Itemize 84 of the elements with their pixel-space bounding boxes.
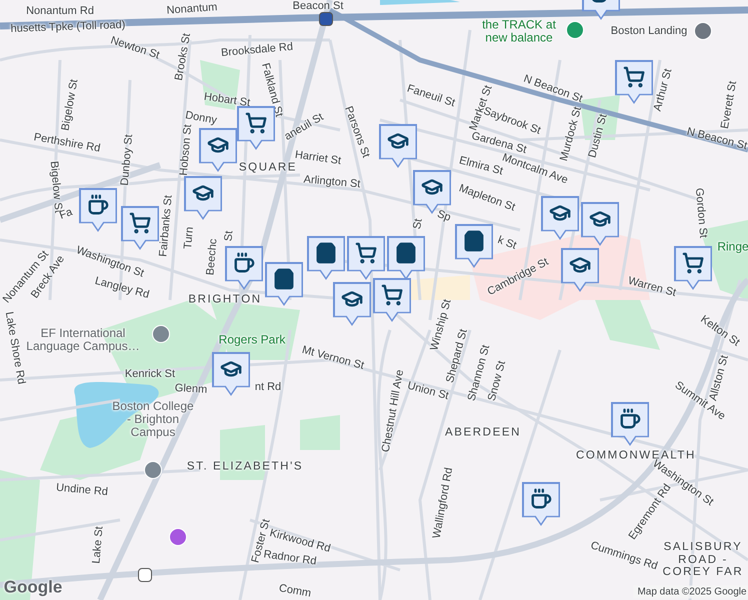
coffee-cup-icon	[233, 252, 255, 274]
map-pin[interactable]	[237, 106, 275, 150]
area-label: BRIGHTON	[188, 294, 262, 306]
street-label: St	[411, 218, 425, 230]
shopping-cart-icon	[682, 252, 704, 274]
map-pin[interactable]	[541, 196, 579, 240]
street-label: Brooksdale Rd	[220, 40, 294, 60]
street-label: Brooks St	[172, 32, 194, 82]
map-pin[interactable]	[387, 236, 425, 280]
street-label: Dustin St	[586, 112, 610, 160]
coffee-cup-icon	[530, 488, 552, 510]
shopping-cart-icon	[245, 112, 267, 134]
street-label: k St	[496, 234, 518, 252]
street-label: Hobart St	[203, 90, 251, 110]
street-label: Boston Landing	[610, 24, 688, 38]
park-area	[300, 415, 340, 450]
street-label: Perthshire Rd	[32, 131, 102, 155]
map-pin[interactable]	[307, 236, 345, 280]
map-pin[interactable]	[199, 128, 237, 172]
street-label: Radnor Rd	[262, 548, 318, 568]
street-label: Comm	[278, 582, 312, 600]
street-label: Snow St	[486, 360, 508, 402]
place-label: Boston College - Brighton Campus	[112, 400, 194, 440]
area-label: ST. ELIZABETH'S	[186, 460, 304, 474]
street-label: Lake St	[90, 526, 106, 564]
street-label: Gordon St	[692, 188, 710, 238]
street-label: Lake Shore Rd	[2, 310, 28, 386]
map-pin[interactable]	[522, 482, 560, 526]
street-label: Newton St	[109, 34, 161, 62]
park-label: the TRACK at new balance	[482, 18, 556, 44]
street-label: Arlington St	[303, 174, 361, 190]
street-label: Mt Vernon St	[300, 344, 366, 372]
shopping-cart-icon	[129, 212, 151, 234]
street-label: Kenrick St	[124, 368, 176, 380]
street-label: Chestnut Hill Ave	[380, 368, 406, 454]
area-label: ABERDEEN	[444, 426, 522, 440]
park-label: Rogers Park	[218, 334, 286, 346]
street-label: Undine Rd	[56, 482, 108, 498]
street-label: Beacon St	[292, 0, 344, 12]
coffee-cup-icon	[619, 408, 641, 430]
street-label: Arthur St	[652, 67, 674, 113]
street-label: Turn	[182, 226, 196, 250]
street-label: St	[222, 230, 236, 242]
map-pin[interactable]	[379, 124, 417, 168]
street-label: Everett St	[718, 80, 740, 130]
street-label: Fairbanks St	[157, 194, 175, 258]
shopping-cart-icon	[381, 284, 403, 306]
street-label: Bigelow St	[60, 78, 80, 132]
street-label: Warren St	[626, 274, 678, 300]
map-pin[interactable]	[373, 278, 411, 322]
shopping-cart-icon	[355, 242, 377, 264]
place-label: EF International Language Campus…	[26, 326, 140, 354]
map-pin[interactable]	[611, 402, 649, 446]
map-pin[interactable]	[347, 236, 385, 280]
street-label: Sp	[436, 208, 452, 224]
shopping-cart-icon	[623, 66, 645, 88]
map-logo: Google	[4, 578, 62, 598]
street-label: Faneuil St	[406, 82, 456, 110]
coffee-cup-icon	[87, 194, 109, 216]
map-pin[interactable]	[455, 224, 493, 268]
street-label: nt Rd	[254, 380, 282, 394]
park-area	[595, 300, 660, 350]
street-label: Glenm	[174, 382, 208, 396]
street-label: Hobson St	[178, 124, 194, 176]
map-pin[interactable]	[225, 246, 263, 290]
map-pin[interactable]	[615, 60, 653, 104]
street-label: Nonantum	[166, 1, 218, 17]
area-label: SALISBURY ROAD - COREY FAR	[662, 541, 744, 579]
map-pin[interactable]	[333, 282, 371, 326]
street-label: Nonantum Rd	[26, 4, 94, 18]
museum-pin-icon[interactable]	[169, 528, 187, 546]
park-label: Ringe	[717, 240, 748, 254]
street-label: Beechc	[204, 238, 220, 276]
street-label: Dunboy St	[118, 134, 136, 186]
map-pin[interactable]	[265, 262, 303, 306]
park-area	[200, 60, 240, 110]
map-pin[interactable]	[79, 188, 117, 232]
map-pin[interactable]	[184, 176, 222, 220]
park-pin-icon[interactable]	[566, 21, 584, 39]
street-label: Murdock St	[558, 106, 584, 162]
street-label: Allston St	[707, 354, 731, 402]
street-label: Wallingford Rd	[430, 466, 456, 540]
school-pin-icon[interactable]	[144, 461, 162, 479]
map-pin[interactable]	[212, 352, 250, 396]
